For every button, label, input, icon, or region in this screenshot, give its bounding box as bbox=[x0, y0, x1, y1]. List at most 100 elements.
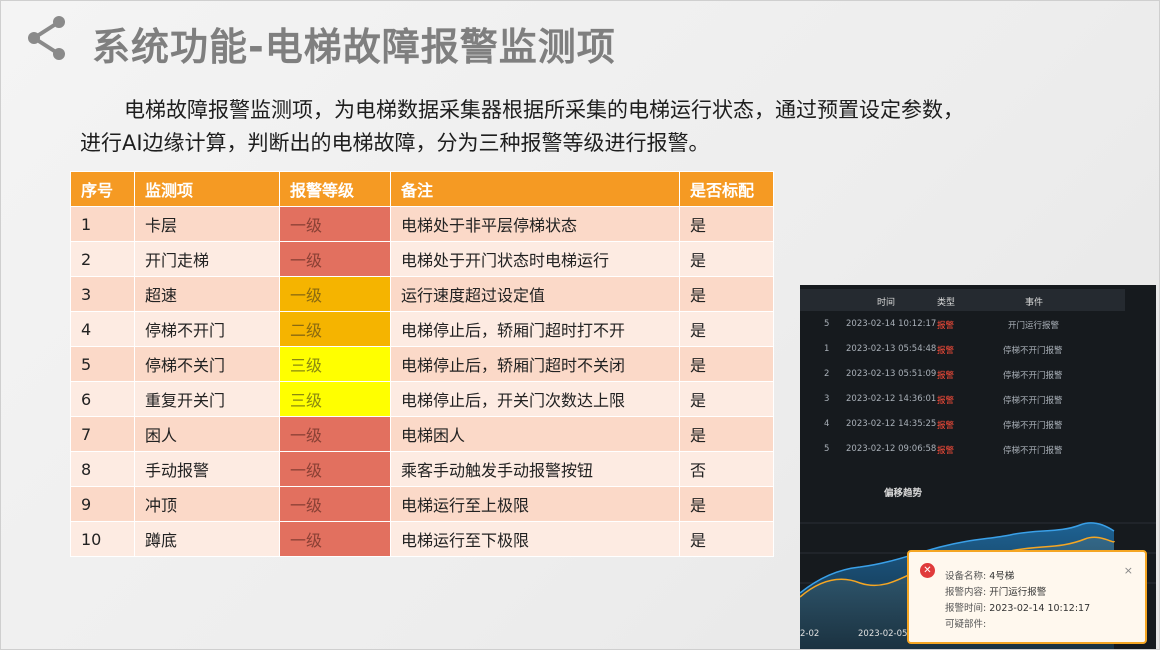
event-type: 报警 bbox=[937, 396, 955, 406]
cell-standard: 是 bbox=[679, 311, 774, 347]
cell-item: 手动报警 bbox=[134, 451, 280, 487]
cell-no: 6 bbox=[70, 381, 135, 417]
cell-item: 超速 bbox=[134, 276, 280, 312]
cell-no: 9 bbox=[70, 486, 135, 522]
event-time: 2023-02-12 09:06:58 bbox=[846, 444, 937, 454]
cell-note: 电梯困人 bbox=[390, 416, 680, 452]
share-node-icon bbox=[28, 16, 65, 60]
cell-level: 一级 bbox=[279, 486, 391, 522]
cell-standard: 是 bbox=[679, 276, 774, 312]
col-header-note: 备注 bbox=[390, 171, 680, 207]
table-row: 10 蹲底 一级 电梯运行至下极限 是 bbox=[70, 521, 774, 557]
intro-text: 电梯故障报警监测项，为电梯数据采集器根据所采集的电梯运行状态，通过预置设定参数，… bbox=[80, 98, 964, 155]
cell-standard: 是 bbox=[679, 206, 774, 242]
event-row[interactable]: 1 2023-02-13 05:54:48 报警 停梯不开门报警 bbox=[800, 337, 1125, 361]
trend-chart-title: 偏移趋势 bbox=[884, 488, 923, 499]
cell-item: 蹲底 bbox=[134, 521, 280, 557]
cell-note: 电梯停止后，开关门次数达上限 bbox=[390, 381, 680, 417]
cell-note: 运行速度超过设定值 bbox=[390, 276, 680, 312]
cell-standard: 是 bbox=[679, 241, 774, 277]
event-row[interactable]: 3 2023-02-12 14:36:01 报警 停梯不开门报警 bbox=[800, 387, 1125, 411]
content-value: 开门运行报警 bbox=[989, 587, 1047, 598]
cell-item: 困人 bbox=[134, 416, 280, 452]
cell-note: 电梯停止后，轿厢门超时不关闭 bbox=[390, 346, 680, 382]
intro-paragraph: 电梯故障报警监测项，为电梯数据采集器根据所采集的电梯运行状态，通过预置设定参数，… bbox=[80, 94, 980, 160]
event-type: 报警 bbox=[937, 321, 955, 331]
table-header-row: 序号 监测项 报警等级 备注 是否标配 bbox=[70, 171, 774, 207]
event-time: 2023-02-12 14:35:25 bbox=[846, 419, 937, 429]
cell-note: 电梯停止后，轿厢门超时打不开 bbox=[390, 311, 680, 347]
table-row: 9 冲顶 一级 电梯运行至上极限 是 bbox=[70, 486, 774, 522]
event-idx: 5 bbox=[824, 444, 830, 454]
cell-no: 3 bbox=[70, 276, 135, 312]
table-row: 3 超速 一级 运行速度超过设定值 是 bbox=[70, 276, 774, 312]
device-line: 设备名称: 4号梯 bbox=[945, 568, 1014, 582]
cell-standard: 是 bbox=[679, 486, 774, 522]
cell-level: 一级 bbox=[279, 521, 391, 557]
device-value: 4号梯 bbox=[989, 571, 1015, 582]
event-row[interactable]: 5 2023-02-14 10:12:17 报警 开门运行报警 bbox=[800, 312, 1125, 336]
event-row[interactable]: 4 2023-02-12 14:35:25 报警 停梯不开门报警 bbox=[800, 412, 1125, 436]
col-header-level: 报警等级 bbox=[279, 171, 391, 207]
cell-no: 7 bbox=[70, 416, 135, 452]
event-col-time: 时间 bbox=[877, 298, 896, 308]
table-row: 5 停梯不关门 三级 电梯停止后，轿厢门超时不关闭 是 bbox=[70, 346, 774, 382]
cell-item: 卡层 bbox=[134, 206, 280, 242]
error-icon: ✕ bbox=[920, 563, 935, 578]
event-name: 停梯不开门报警 bbox=[1003, 346, 1063, 356]
cell-item: 停梯不关门 bbox=[134, 346, 280, 382]
cell-note: 电梯运行至上极限 bbox=[390, 486, 680, 522]
content-line: 报警内容: 开门运行报警 bbox=[945, 584, 1046, 598]
event-type: 报警 bbox=[937, 421, 955, 431]
event-name: 停梯不开门报警 bbox=[1003, 446, 1063, 456]
event-col-type: 类型 bbox=[937, 298, 956, 308]
event-idx: 4 bbox=[824, 419, 830, 429]
event-table-header: 时间 类型 事件 bbox=[800, 289, 1125, 311]
page-title: 系统功能-电梯故障报警监测项 bbox=[92, 25, 616, 69]
cell-item: 停梯不开门 bbox=[134, 311, 280, 347]
table-row: 1 卡层 一级 电梯处于非平层停梯状态 是 bbox=[70, 206, 774, 242]
device-label: 设备名称: bbox=[945, 571, 987, 582]
event-time: 2023-02-13 05:51:09 bbox=[846, 369, 937, 379]
table-row: 4 停梯不开门 二级 电梯停止后，轿厢门超时打不开 是 bbox=[70, 311, 774, 347]
close-icon[interactable]: × bbox=[1124, 564, 1133, 577]
cell-level: 一级 bbox=[279, 451, 391, 487]
cell-item: 冲顶 bbox=[134, 486, 280, 522]
cell-level: 三级 bbox=[279, 381, 391, 417]
parts-line: 可疑部件: bbox=[945, 616, 986, 630]
col-header-item: 监测项 bbox=[134, 171, 280, 207]
table-row: 7 困人 一级 电梯困人 是 bbox=[70, 416, 774, 452]
event-name: 开门运行报警 bbox=[1008, 321, 1060, 331]
event-row[interactable]: 2 2023-02-13 05:51:09 报警 停梯不开门报警 bbox=[800, 362, 1125, 386]
cell-no: 10 bbox=[70, 521, 135, 557]
table-row: 8 手动报警 一级 乘客手动触发手动报警按钮 否 bbox=[70, 451, 774, 487]
event-time: 2023-02-14 10:12:17 bbox=[846, 319, 937, 329]
cell-no: 8 bbox=[70, 451, 135, 487]
cell-level: 一级 bbox=[279, 206, 391, 242]
alarm-table: 序号 监测项 报警等级 备注 是否标配 1 卡层 一级 电梯处于非平层停梯状态 … bbox=[70, 171, 774, 557]
cell-item: 重复开关门 bbox=[134, 381, 280, 417]
cell-no: 5 bbox=[70, 346, 135, 382]
event-idx: 5 bbox=[824, 319, 830, 329]
event-idx: 1 bbox=[824, 344, 830, 354]
cell-standard: 否 bbox=[679, 451, 774, 487]
cell-no: 4 bbox=[70, 311, 135, 347]
event-row[interactable]: 5 2023-02-12 09:06:58 报警 停梯不开门报警 bbox=[800, 437, 1125, 461]
cell-note: 电梯处于非平层停梯状态 bbox=[390, 206, 680, 242]
cell-note: 乘客手动触发手动报警按钮 bbox=[390, 451, 680, 487]
cell-level: 一级 bbox=[279, 416, 391, 452]
cell-item: 开门走梯 bbox=[134, 241, 280, 277]
content-label: 报警内容: bbox=[945, 587, 987, 598]
time-value: 2023-02-14 10:12:17 bbox=[989, 603, 1091, 614]
event-type: 报警 bbox=[937, 346, 955, 356]
event-name: 停梯不开门报警 bbox=[1003, 396, 1063, 406]
cell-standard: 是 bbox=[679, 416, 774, 452]
event-name: 停梯不开门报警 bbox=[1003, 421, 1063, 431]
cell-level: 一级 bbox=[279, 276, 391, 312]
cell-note: 电梯处于开门状态时电梯运行 bbox=[390, 241, 680, 277]
cell-no: 1 bbox=[70, 206, 135, 242]
cell-note: 电梯运行至下极限 bbox=[390, 521, 680, 557]
time-line: 报警时间: 2023-02-14 10:12:17 bbox=[945, 600, 1090, 614]
col-header-no: 序号 bbox=[70, 171, 135, 207]
parts-label: 可疑部件: bbox=[945, 619, 987, 630]
